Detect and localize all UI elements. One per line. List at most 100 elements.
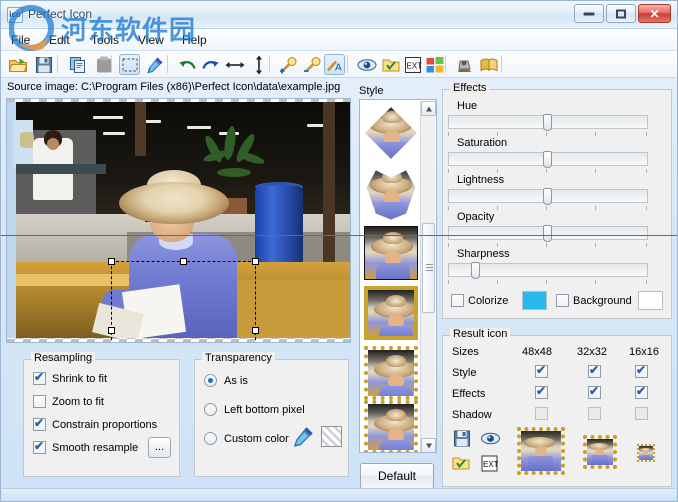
left-bottom-pixel-radio[interactable] bbox=[204, 403, 217, 416]
eyedropper-icon[interactable] bbox=[144, 54, 165, 75]
style-scrollbar[interactable] bbox=[420, 101, 435, 453]
style-32-checkbox[interactable] bbox=[588, 365, 601, 378]
flip-vertical-icon[interactable] bbox=[248, 54, 269, 75]
save-icon[interactable] bbox=[33, 54, 54, 75]
resample-options-button[interactable]: ... bbox=[148, 437, 171, 458]
save-icon[interactable] bbox=[453, 430, 473, 448]
selection-handle-e[interactable] bbox=[252, 327, 259, 334]
result-icon-group: Result icon Sizes 48x48 32x32 16x16 Styl… bbox=[442, 335, 672, 487]
folder-icon[interactable] bbox=[380, 54, 401, 75]
style-list-item[interactable] bbox=[364, 226, 418, 280]
saturation-slider-knob[interactable] bbox=[543, 151, 552, 168]
preview-eye-icon[interactable] bbox=[481, 432, 501, 446]
style-16-checkbox[interactable] bbox=[635, 365, 648, 378]
style-list-item[interactable] bbox=[364, 106, 418, 160]
opacity-slider[interactable] bbox=[448, 226, 648, 240]
custom-color-radio[interactable] bbox=[204, 432, 217, 445]
selection-handle-nw[interactable] bbox=[108, 258, 115, 265]
status-bar bbox=[2, 488, 676, 501]
effects-32-checkbox[interactable] bbox=[588, 386, 601, 399]
result-preview-16[interactable] bbox=[637, 444, 655, 462]
smooth-resample-checkbox[interactable] bbox=[33, 441, 46, 454]
maximize-button[interactable] bbox=[606, 4, 636, 23]
minimize-button[interactable] bbox=[574, 4, 604, 23]
ext-icon[interactable]: EXT bbox=[481, 455, 499, 473]
as-is-radio[interactable] bbox=[204, 374, 217, 387]
style-list-item[interactable] bbox=[364, 346, 418, 400]
effects-16-checkbox[interactable] bbox=[635, 386, 648, 399]
transparent-swatch[interactable] bbox=[321, 426, 342, 447]
shrink-to-fit-checkbox[interactable] bbox=[33, 372, 46, 385]
help-book-icon[interactable] bbox=[478, 54, 499, 75]
shadow-16-checkbox[interactable] bbox=[635, 407, 648, 420]
selection-handle-w[interactable] bbox=[108, 327, 115, 334]
copy-icon[interactable] bbox=[67, 54, 88, 75]
resampling-group: Resampling Shrink to fit Zoom to fit Con… bbox=[23, 359, 180, 477]
scroll-down-arrow-icon[interactable] bbox=[421, 438, 436, 453]
source-image-label: Source image: C:\Program Files (x86)\Per… bbox=[7, 81, 340, 93]
toolbar-separator bbox=[445, 55, 446, 73]
windows-icon[interactable] bbox=[424, 54, 445, 75]
style-list-item[interactable] bbox=[364, 286, 418, 340]
effects-title: Effects bbox=[450, 82, 489, 94]
sharpness-slider[interactable] bbox=[448, 263, 648, 277]
close-button[interactable]: ✕ bbox=[638, 4, 671, 23]
zoom-in-icon[interactable] bbox=[278, 54, 299, 75]
result-preview-32[interactable] bbox=[583, 435, 617, 469]
default-button[interactable]: Default bbox=[360, 463, 434, 489]
open-icon[interactable] bbox=[7, 54, 28, 75]
style-list[interactable] bbox=[359, 99, 437, 453]
scrollbar-thumb[interactable] bbox=[422, 223, 435, 313]
image-canvas[interactable] bbox=[6, 98, 351, 343]
effects-48-checkbox[interactable] bbox=[535, 386, 548, 399]
app-icon: ico bbox=[7, 7, 23, 23]
result-preview-48[interactable] bbox=[517, 427, 565, 475]
rotate-left-icon[interactable] bbox=[176, 54, 197, 75]
shadow-48-checkbox[interactable] bbox=[535, 407, 548, 420]
selection-marquee[interactable] bbox=[111, 261, 256, 343]
colorize-color-swatch[interactable] bbox=[522, 291, 547, 310]
menu-item-tools[interactable]: Tools bbox=[85, 32, 125, 49]
menu-item-help[interactable]: Help bbox=[176, 32, 213, 49]
ext-icon[interactable]: EXT bbox=[402, 54, 423, 75]
sharpness-slider-knob[interactable] bbox=[471, 262, 480, 279]
hue-slider[interactable] bbox=[448, 115, 648, 129]
eyedropper-icon[interactable] bbox=[293, 426, 315, 448]
zoom-out-icon[interactable] bbox=[302, 54, 323, 75]
preview-eye-icon[interactable] bbox=[356, 54, 377, 75]
hue-slider-knob[interactable] bbox=[543, 114, 552, 131]
zoom-to-fit-checkbox[interactable] bbox=[33, 395, 46, 408]
select-rect-icon[interactable] bbox=[119, 54, 140, 75]
svg-text:EXT: EXT bbox=[483, 460, 498, 469]
background-checkbox[interactable] bbox=[556, 294, 569, 307]
lightness-slider-knob[interactable] bbox=[543, 188, 552, 205]
menu-item-view[interactable]: View bbox=[132, 32, 170, 49]
custom-color-label: Custom color bbox=[224, 433, 289, 445]
lightness-slider[interactable] bbox=[448, 189, 648, 203]
background-color-swatch[interactable] bbox=[638, 291, 663, 310]
effects-row-label: Effects bbox=[452, 388, 485, 400]
opacity-ticks bbox=[448, 243, 648, 247]
selection-handle-ne[interactable] bbox=[252, 258, 259, 265]
menu-bar: File Edit Tools View Help bbox=[1, 29, 677, 51]
toolbar-separator bbox=[501, 55, 502, 73]
wizard-icon[interactable] bbox=[454, 54, 475, 75]
scroll-up-arrow-icon[interactable] bbox=[421, 101, 436, 116]
shadow-32-checkbox[interactable] bbox=[588, 407, 601, 420]
folder-icon[interactable] bbox=[452, 455, 472, 472]
menu-item-file[interactable]: File bbox=[5, 32, 36, 49]
menu-item-edit[interactable]: Edit bbox=[43, 32, 76, 49]
style-48-checkbox[interactable] bbox=[535, 365, 548, 378]
flip-horizontal-icon[interactable] bbox=[224, 54, 245, 75]
paste-icon[interactable] bbox=[93, 54, 114, 75]
style-list-item[interactable] bbox=[364, 166, 418, 220]
saturation-slider[interactable] bbox=[448, 152, 648, 166]
as-is-label: As is bbox=[224, 375, 248, 387]
colorize-checkbox[interactable] bbox=[451, 294, 464, 307]
opacity-slider-knob[interactable] bbox=[543, 225, 552, 242]
constrain-proportions-checkbox[interactable] bbox=[33, 418, 46, 431]
rotate-right-icon[interactable] bbox=[200, 54, 221, 75]
style-list-item-selected[interactable] bbox=[364, 400, 418, 453]
zoom-actual-icon[interactable]: A bbox=[324, 54, 345, 75]
selection-handle-n[interactable] bbox=[180, 258, 187, 265]
